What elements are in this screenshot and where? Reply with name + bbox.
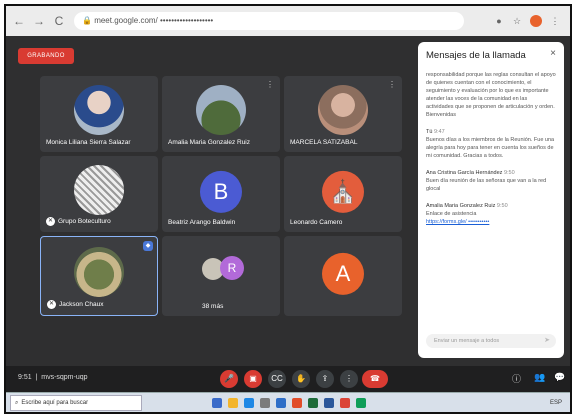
- chat-message: Amalia Maria Gonzalez Ruiz 9:50 Enlace d…: [426, 202, 556, 226]
- participant-photo: [74, 165, 124, 215]
- message-time: 9:50: [503, 170, 515, 176]
- chat-input[interactable]: Enviar un mensaje a todos ➤: [426, 334, 556, 348]
- message-text: Buenos días a los miembros de la Reunión…: [426, 137, 555, 159]
- present-button[interactable]: ⇪: [316, 370, 334, 388]
- participant-photo: [74, 85, 124, 135]
- close-icon[interactable]: ×: [550, 48, 556, 59]
- meeting-area: GRABANDO Monica Liliana Sierra Salazar A…: [6, 36, 570, 366]
- taskbar-search-placeholder: Escribe aquí para buscar: [21, 400, 89, 406]
- camera-indicator-icon[interactable]: ●: [494, 16, 504, 26]
- participant-logo: ⛪: [322, 170, 364, 213]
- os-taskbar: ⌕ Escribe aquí para buscar ESP: [6, 392, 570, 412]
- profile-avatar[interactable]: [530, 15, 542, 27]
- more-options-icon[interactable]: ⋮: [388, 80, 396, 89]
- message-text: responsabilidad porque las reglas consul…: [426, 72, 556, 118]
- participant-name: ✕ Jackson Chaux: [47, 300, 104, 309]
- captions-button[interactable]: CC: [268, 370, 286, 388]
- pin-icon[interactable]: ◆: [143, 241, 153, 251]
- message-text: Buen día reunión de las señoras que van …: [426, 178, 547, 192]
- participant-name: Leonardo Camero: [290, 219, 343, 226]
- participant-photo: [196, 85, 246, 135]
- message-time: 9:50: [496, 203, 508, 209]
- browser-toolbar: ← → C 🔒 meet.google.com/ •••••••••••••••…: [6, 6, 570, 37]
- reload-button[interactable]: C: [52, 14, 66, 28]
- participant-tile[interactable]: MARCELA SATIZABAL ⋮: [284, 76, 402, 152]
- participant-avatar-letter: A: [322, 252, 364, 295]
- screen-frame: ← → C 🔒 meet.google.com/ •••••••••••••••…: [4, 4, 572, 414]
- participant-tile-group[interactable]: R 38 más: [162, 236, 280, 316]
- taskbar-apps: [212, 398, 366, 408]
- chat-message: Tú 9:47 Buenos días a los miembros de la…: [426, 128, 556, 160]
- participant-avatar-letter: R: [220, 256, 244, 280]
- more-options-button[interactable]: ⋮: [340, 370, 358, 388]
- participant-photo: [318, 85, 368, 135]
- chat-message: responsabilidad porque las reglas consul…: [426, 71, 556, 119]
- chrome-icon[interactable]: [340, 398, 350, 408]
- system-tray[interactable]: ESP: [550, 400, 562, 406]
- browser-actions: ● ☆ ⋮: [494, 15, 560, 27]
- mic-off-icon: ✕: [46, 217, 55, 226]
- participant-name: MARCELA SATIZABAL: [290, 139, 358, 146]
- back-button[interactable]: ←: [12, 14, 26, 28]
- participant-photo: [74, 247, 124, 297]
- participant-tile[interactable]: ⛪ Leonardo Camero: [284, 156, 402, 232]
- mail-icon[interactable]: [276, 398, 286, 408]
- chat-message: Ana Cristina García Hernández 9:50 Buen …: [426, 169, 556, 193]
- chat-panel: Mensajes de la llamada × responsabilidad…: [418, 42, 564, 358]
- participant-tile[interactable]: A: [284, 236, 402, 316]
- participant-name: Monica Liliana Sierra Salazar: [46, 139, 131, 146]
- mic-off-icon: ✕: [47, 300, 56, 309]
- participant-name: ✕ Grupo Boteculturo: [46, 217, 111, 226]
- office-icon[interactable]: [292, 398, 302, 408]
- mic-off-button[interactable]: 🎤: [220, 370, 238, 388]
- people-icon[interactable]: 👥: [534, 372, 545, 383]
- message-sender: Tú: [426, 129, 433, 135]
- participant-tile[interactable]: Monica Liliana Sierra Salazar: [40, 76, 158, 152]
- task-view-icon[interactable]: [212, 398, 222, 408]
- chat-title: Mensajes de la llamada: [426, 50, 526, 61]
- participant-avatar-letter: B: [200, 170, 242, 213]
- send-icon[interactable]: ➤: [544, 334, 550, 348]
- url-text: meet.google.com/ •••••••••••••••••••: [94, 16, 214, 25]
- search-icon: ⌕: [15, 399, 19, 406]
- menu-icon[interactable]: ⋮: [550, 16, 560, 26]
- participant-tile[interactable]: B Beatriz Arango Baldwin: [162, 156, 280, 232]
- chat-input-placeholder: Enviar un mensaje a todos: [434, 338, 500, 344]
- edge-icon[interactable]: [244, 398, 254, 408]
- meeting-code: mvs-sqpm-uqp: [41, 374, 88, 381]
- participant-name: Amalia Maria Gonzalez Ruiz: [168, 139, 251, 146]
- star-icon[interactable]: ☆: [512, 16, 522, 26]
- meeting-time: 9:51: [18, 374, 32, 381]
- more-options-icon[interactable]: ⋮: [266, 80, 274, 89]
- taskbar-search[interactable]: ⌕ Escribe aquí para buscar: [10, 395, 142, 411]
- more-participants-count: 38 más: [202, 303, 224, 310]
- chat-messages: responsabilidad porque las reglas consul…: [426, 71, 556, 226]
- attendance-link[interactable]: https://forms.gle/ •••••••••••: [426, 219, 489, 225]
- participant-tile-pinned[interactable]: ◆ ✕ Jackson Chaux: [40, 236, 158, 316]
- lock-icon: 🔒: [82, 16, 95, 25]
- recording-badge: GRABANDO: [18, 48, 74, 64]
- message-time: 9:47: [433, 129, 445, 135]
- info-icon[interactable]: ⓘ: [512, 372, 521, 385]
- message-text: Enlace de asistencia: [426, 211, 477, 217]
- raise-hand-button[interactable]: ✋: [292, 370, 310, 388]
- store-icon[interactable]: [260, 398, 270, 408]
- message-sender: Amalia Maria Gonzalez Ruiz: [426, 203, 496, 209]
- participant-name: Beatriz Arango Baldwin: [168, 219, 236, 226]
- end-call-button[interactable]: ☎: [362, 370, 388, 388]
- chat-icon[interactable]: 💬: [554, 372, 565, 383]
- file-explorer-icon[interactable]: [228, 398, 238, 408]
- excel-icon[interactable]: [308, 398, 318, 408]
- meeting-controls: 9:51 | mvs-sqpm-uqp 🎤 ▣ CC ✋ ⇪ ⋮ ☎ ⓘ 👥 💬: [6, 366, 570, 392]
- participant-tile[interactable]: Amalia Maria Gonzalez Ruiz ⋮: [162, 76, 280, 152]
- participant-tile[interactable]: ✕ Grupo Boteculturo: [40, 156, 158, 232]
- message-sender: Ana Cristina García Hernández: [426, 170, 503, 176]
- word-icon[interactable]: [324, 398, 334, 408]
- address-bar[interactable]: 🔒 meet.google.com/ •••••••••••••••••••: [74, 12, 464, 30]
- camera-off-button[interactable]: ▣: [244, 370, 262, 388]
- meet-icon[interactable]: [356, 398, 366, 408]
- forward-button[interactable]: →: [32, 14, 46, 28]
- meeting-info: 9:51 | mvs-sqpm-uqp: [18, 374, 88, 381]
